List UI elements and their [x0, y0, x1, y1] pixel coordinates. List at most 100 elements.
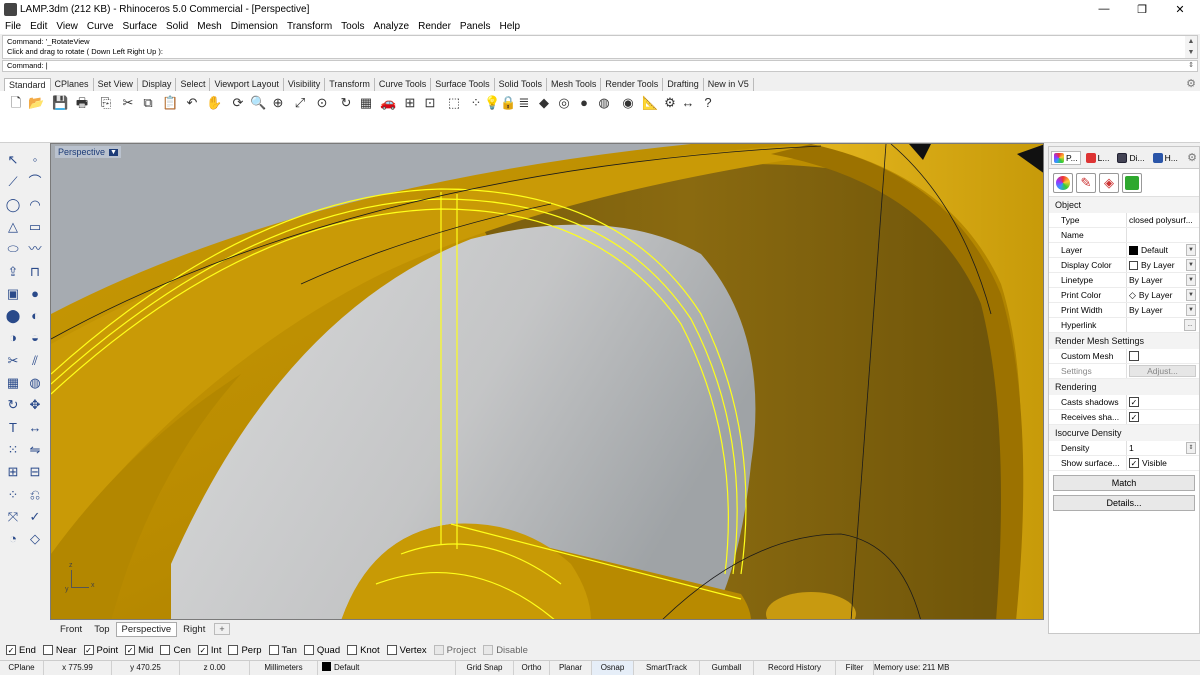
dimension-tool-icon[interactable]: ↔	[26, 419, 44, 437]
osnap-end[interactable]: ✓ End	[6, 645, 36, 656]
casts-shadows-checkbox[interactable]: ✓	[1129, 397, 1139, 407]
rotate-view-icon[interactable]: ⟳	[230, 95, 246, 111]
osnap-knot-checkbox[interactable]	[347, 645, 358, 655]
hyperlink-browse-button[interactable]: ...	[1184, 319, 1196, 331]
status-record-history[interactable]: Record History	[754, 661, 836, 675]
open-icon[interactable]: 📂	[28, 95, 44, 111]
zoom-extents-icon[interactable]: ⤢	[292, 95, 308, 111]
viewport-tab-right[interactable]: Right	[177, 622, 211, 637]
trim-icon[interactable]: ✂	[4, 352, 22, 370]
viewport-tab-front[interactable]: Front	[54, 622, 88, 637]
extrude-icon[interactable]: ⇪	[4, 263, 22, 281]
prop-receives-shadows[interactable]: Receives sha... ✓	[1049, 410, 1199, 425]
zoom-icon[interactable]: 🔍	[250, 95, 266, 111]
osnap-int[interactable]: ✓ Int	[197, 645, 221, 656]
copy-icon[interactable]: ⧉	[140, 95, 156, 111]
move-icon[interactable]: ✥	[26, 396, 44, 414]
osnap-cen-checkbox[interactable]	[160, 645, 171, 655]
prop-layer[interactable]: Layer Default ▼	[1049, 243, 1199, 258]
chevron-down-icon[interactable]: ▼	[1186, 304, 1196, 316]
block-icon[interactable]: ⊞	[4, 463, 22, 481]
tab-new-in-v5[interactable]: New in V5	[704, 78, 754, 91]
menu-tools[interactable]: Tools	[336, 21, 368, 32]
osnap-mid[interactable]: ✓ Mid	[125, 645, 153, 656]
undo-icon[interactable]: ↶	[184, 95, 200, 111]
sphere-icon[interactable]: ●	[576, 95, 592, 111]
points-icon[interactable]: ⁘	[468, 95, 484, 111]
viewport-tab-perspective[interactable]: Perspective	[115, 621, 178, 637]
tab-render-tools[interactable]: Render Tools	[601, 78, 664, 91]
status-filter[interactable]: Filter	[836, 661, 874, 675]
receives-shadows-checkbox[interactable]: ✓	[1129, 412, 1139, 422]
ellipse-icon[interactable]: ⬭	[4, 240, 22, 258]
menu-file[interactable]: File	[0, 21, 25, 32]
tab-set-view[interactable]: Set View	[94, 78, 138, 91]
toolbar-gear-icon[interactable]: ⚙	[1186, 77, 1196, 90]
box-icon[interactable]: ▣	[4, 285, 22, 303]
split-icon[interactable]: ⫽	[26, 352, 44, 370]
osnap-quad-checkbox[interactable]	[303, 645, 314, 655]
sweep-icon[interactable]: ◇	[26, 530, 44, 548]
points-grid-icon[interactable]: ⁘	[4, 486, 22, 504]
prop-print-width[interactable]: Print Width By Layer ▼	[1049, 303, 1199, 318]
mesh-sphere-icon[interactable]: ◍	[26, 374, 44, 392]
menu-analyze[interactable]: Analyze	[369, 21, 414, 32]
osnap-mid-checkbox[interactable]: ✓	[125, 645, 136, 655]
transform-icon[interactable]: ⤧	[4, 508, 22, 526]
cplane-icon[interactable]: ⊞	[402, 95, 418, 111]
history-icon[interactable]: ⎌	[26, 486, 44, 504]
close-button[interactable]: ✕	[1162, 0, 1198, 18]
chevron-down-icon[interactable]: ▼	[1186, 244, 1196, 256]
tab-transform[interactable]: Transform	[325, 78, 375, 91]
polygon-icon[interactable]: △	[4, 218, 22, 236]
osnap-near-checkbox[interactable]	[42, 645, 53, 655]
viewport-title[interactable]: Perspective ▼	[55, 146, 121, 158]
adjust-button[interactable]: Adjust...	[1129, 365, 1196, 377]
prop-hyperlink[interactable]: Hyperlink...	[1049, 318, 1199, 333]
prop-print-color[interactable]: Print Color ◇ By Layer ▼	[1049, 288, 1199, 303]
menu-mesh[interactable]: Mesh	[192, 21, 225, 32]
save-icon[interactable]: 💾	[52, 95, 68, 111]
status-cplane[interactable]: CPlane	[0, 661, 44, 675]
layers-icon[interactable]: ≣	[516, 95, 532, 111]
details-button[interactable]: Details...	[1053, 495, 1195, 511]
paste-icon[interactable]: 📋	[162, 95, 178, 111]
light-icon[interactable]: 💡	[484, 95, 500, 111]
osnap-vertex[interactable]: Vertex	[386, 645, 427, 656]
tab-display[interactable]: Display	[138, 78, 177, 91]
maximize-button[interactable]: ❐	[1124, 0, 1160, 18]
density-spinner[interactable]: ⇕	[1186, 442, 1196, 454]
dimension-icon[interactable]: ↔	[680, 95, 696, 111]
osnap-tan[interactable]: Tan	[268, 645, 297, 656]
select-arrow-icon[interactable]: ↖	[4, 151, 22, 169]
tab-viewport-layout[interactable]: Viewport Layout	[210, 78, 284, 91]
menu-solid[interactable]: Solid	[161, 21, 192, 32]
tab-curve-tools[interactable]: Curve Tools	[375, 78, 432, 91]
viewport-layout-icon[interactable]: ▦	[358, 95, 374, 111]
chevron-down-icon[interactable]: ▼	[1186, 274, 1196, 286]
render-icon[interactable]: ◆	[536, 95, 552, 111]
status-gumball[interactable]: Gumball	[700, 661, 754, 675]
fillet-icon[interactable]: ◒	[26, 329, 44, 347]
tab-mesh-tools[interactable]: Mesh Tools	[547, 78, 602, 91]
chevron-down-icon[interactable]: ▼	[1186, 259, 1196, 271]
rotate-icon[interactable]: ↻	[338, 95, 354, 111]
osnap-point[interactable]: ✓ Point	[83, 645, 118, 656]
rotate-3d-icon[interactable]: ↻	[4, 396, 22, 414]
mesh-icon[interactable]: ▦	[4, 374, 22, 392]
osnap-project-checkbox[interactable]	[433, 645, 444, 655]
group-icon[interactable]: ⊟	[26, 463, 44, 481]
menu-help[interactable]: Help	[495, 21, 525, 32]
viewport-tab-top[interactable]: Top	[88, 622, 115, 637]
rectangle-icon[interactable]: ▭	[26, 218, 44, 236]
panel-tab-help[interactable]: H...	[1150, 151, 1181, 165]
status-units[interactable]: Millimeters	[250, 661, 318, 675]
prop-display-color[interactable]: Display Color By Layer ▼	[1049, 258, 1199, 273]
tab-solid-tools[interactable]: Solid Tools	[495, 78, 547, 91]
command-scroll-icon[interactable]: ⇕	[1185, 61, 1197, 71]
osnap-perp-checkbox[interactable]	[228, 645, 239, 655]
osnap-perp[interactable]: Perp	[228, 645, 262, 656]
new-icon[interactable]: 🗋	[8, 95, 24, 111]
zoom-window-icon[interactable]: ⊕	[270, 95, 286, 111]
freeform-curve-icon[interactable]: 〰	[26, 240, 44, 258]
